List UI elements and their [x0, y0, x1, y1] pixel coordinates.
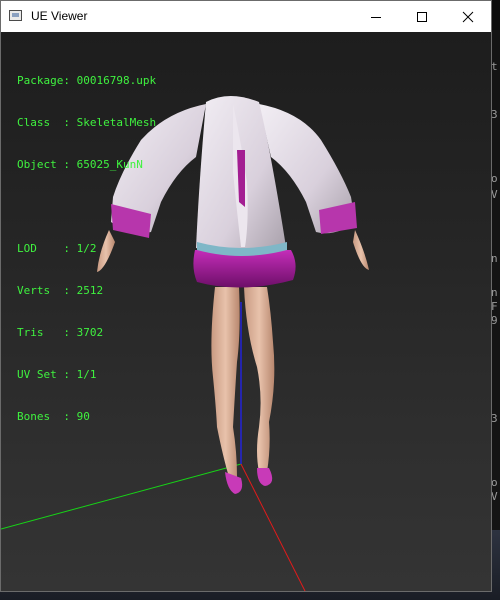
close-icon — [462, 11, 474, 22]
info-class: Class : SkeletalMesh — [17, 116, 157, 129]
bones-label: Bones — [17, 410, 51, 423]
tris-value: 3702 — [76, 326, 104, 339]
lod-value: 1/2 — [76, 242, 97, 255]
app-icon — [9, 10, 22, 21]
lod-label: LOD — [17, 242, 37, 255]
class-value: SkeletalMesh — [76, 116, 157, 129]
info-bones: Bones : 90 — [17, 410, 90, 423]
bones-value: 90 — [76, 410, 90, 423]
object-label: Object — [17, 158, 57, 171]
package-label: Package — [17, 74, 64, 87]
y-axis-line — [1, 463, 242, 530]
package-value: 00016798.upk — [76, 74, 157, 87]
uvset-value: 1/1 — [76, 368, 97, 381]
verts-value: 2512 — [76, 284, 104, 297]
verts-label: Verts — [17, 284, 51, 297]
mesh-info-overlay: Package: 00016798.upk Class : SkeletalMe… — [17, 46, 156, 452]
minimize-icon — [371, 16, 381, 18]
close-button[interactable] — [445, 1, 491, 32]
ue-viewer-window: UE Viewer Package: 00016798.upk Class: … — [0, 0, 492, 592]
info-object: Object : 65025_KunN — [17, 158, 143, 171]
window-title: UE Viewer — [31, 9, 88, 23]
character-legs — [211, 287, 275, 494]
info-lod: LOD : 1/2 — [17, 242, 97, 255]
tris-label: Tris — [17, 326, 44, 339]
info-tris: Tris : 3702 — [17, 326, 104, 339]
object-value: 65025_KunN — [76, 158, 143, 171]
title-bar[interactable]: UE Viewer — [1, 1, 491, 32]
info-package: Package: 00016798.upk — [17, 74, 157, 87]
class-label: Class — [17, 116, 51, 129]
maximize-icon — [417, 11, 427, 22]
uvset-label: UV Set — [17, 368, 57, 381]
x-axis-line — [240, 463, 306, 591]
info-verts: Verts : 2512 — [17, 284, 104, 297]
render-viewport[interactable]: Package: 00016798.upk Class : SkeletalMe… — [1, 32, 491, 591]
info-uvset: UV Set : 1/1 — [17, 368, 97, 381]
maximize-button[interactable] — [399, 1, 445, 32]
minimize-button[interactable] — [353, 1, 399, 32]
